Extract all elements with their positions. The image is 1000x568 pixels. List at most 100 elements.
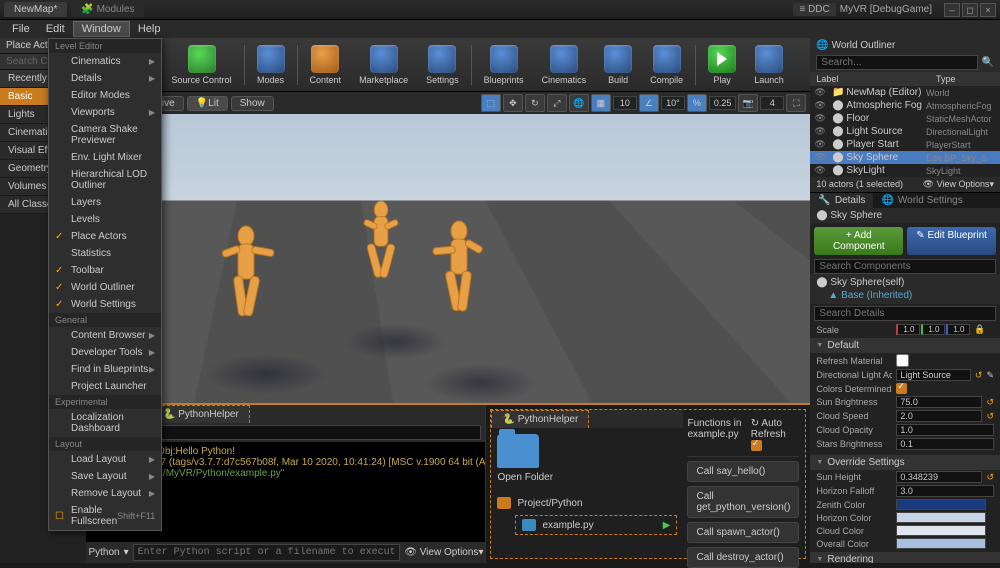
python-function-button[interactable]: Call destroy_actor() (687, 547, 799, 568)
refresh-material-checkbox[interactable] (896, 354, 909, 367)
python-file-item[interactable]: example.py ▶ (515, 515, 677, 535)
menu-item-env-light-mixer[interactable]: Env. Light Mixer (49, 149, 161, 166)
outliner-row[interactable]: 👁⬤SkyLightSkyLight (810, 164, 1000, 177)
level-viewport[interactable] (86, 114, 810, 403)
run-file-icon[interactable]: ▶ (663, 520, 671, 531)
tool-launch[interactable]: Launch (746, 43, 792, 87)
section-rendering[interactable]: Rendering (810, 552, 1000, 563)
python-function-button[interactable]: Call say_hello() (687, 461, 799, 482)
menu-item-developer-tools[interactable]: Developer Tools▶ (49, 344, 161, 361)
menu-item-place-actors[interactable]: ✓Place Actors (49, 228, 161, 245)
sun-bright-value[interactable]: 75.0 (896, 396, 982, 408)
section-override[interactable]: Override Settings (810, 455, 1000, 470)
menu-item-find-in-blueprints[interactable]: Find in Blueprints▶ (49, 361, 161, 378)
cloud-color-swatch[interactable] (896, 525, 986, 536)
overall-color-swatch[interactable] (896, 538, 986, 549)
cmd-mode[interactable]: Python (88, 547, 119, 558)
outliner-row[interactable]: 👁⬤Light SourceDirectionalLight (810, 125, 1000, 138)
menu-item-hierarchical-lod-outliner[interactable]: Hierarchical LOD Outliner (49, 166, 161, 194)
project-python-folder[interactable]: Project/Python (497, 497, 677, 509)
col-type[interactable]: Type (930, 72, 1000, 86)
ddc-indicator[interactable]: ≡ DDC (793, 3, 835, 16)
tool-modes[interactable]: Modes (249, 43, 293, 87)
menu-item-save-layout[interactable]: Save Layout▶ (49, 468, 161, 485)
angle-snap-toggle[interactable]: ∠ (639, 94, 659, 112)
menu-item-camera-shake-previewer[interactable]: Camera Shake Previewer (49, 121, 161, 149)
menu-item-world-outliner[interactable]: ✓World Outliner (49, 279, 161, 296)
tool-source-control[interactable]: Source Control (164, 43, 240, 87)
menu-item-viewports[interactable]: Viewports▶ (49, 104, 161, 121)
component-self[interactable]: ⬤ Sky Sphere(self) (816, 276, 994, 289)
view-options-log[interactable]: 👁 View Options▾ (404, 547, 483, 558)
coord-space[interactable]: 🌐 (569, 94, 589, 112)
python-function-button[interactable]: Call spawn_actor() (687, 522, 799, 543)
auto-refresh-toggle[interactable]: ↻ Auto Refresh (751, 418, 800, 454)
search-details[interactable] (814, 306, 996, 321)
open-folder-icon[interactable] (497, 434, 539, 468)
tool-content[interactable]: Content (302, 43, 350, 87)
outliner-search[interactable] (816, 55, 977, 70)
zenith-color-swatch[interactable] (896, 499, 986, 510)
menu-item-toolbar[interactable]: ✓Toolbar (49, 262, 161, 279)
col-label[interactable]: Label (810, 72, 930, 86)
window-close[interactable]: × (980, 3, 996, 17)
cloud-speed-value[interactable]: 2.0 (896, 410, 982, 422)
outliner-row[interactable]: 👁⬤Atmospheric FogAtmosphericFog (810, 99, 1000, 112)
horizon-color-swatch[interactable] (896, 512, 986, 523)
outliner-row[interactable]: 👁📁NewMap (Editor)World (810, 86, 1000, 99)
lock-icon[interactable]: 🔒 (974, 324, 985, 335)
menu-help[interactable]: Help (130, 22, 169, 36)
menu-item-details[interactable]: Details▶ (49, 70, 161, 87)
angle-snap-value[interactable]: 10° (661, 96, 685, 110)
search-components[interactable] (814, 259, 996, 274)
window-maximize[interactable]: ◻ (962, 3, 978, 17)
dir-light-value[interactable]: Light Source (896, 369, 971, 381)
menu-file[interactable]: File (4, 22, 38, 36)
tool-marketplace[interactable]: Marketplace (351, 43, 416, 87)
menu-item-world-settings[interactable]: ✓World Settings (49, 296, 161, 313)
transform-translate[interactable]: ✥ (503, 94, 523, 112)
add-component-button[interactable]: + Add Component (814, 227, 903, 255)
tab-details[interactable]: 🔧Details (810, 193, 873, 208)
actor-name-field[interactable]: ⬤ Sky Sphere (810, 208, 1000, 223)
menu-item-project-launcher[interactable]: Project Launcher (49, 378, 161, 395)
log-search[interactable] (137, 425, 481, 440)
viewport-show[interactable]: Show (231, 96, 274, 111)
picker-icon[interactable]: ✎ (986, 370, 994, 381)
tool-settings[interactable]: Settings (418, 43, 467, 87)
transform-rotate[interactable]: ↻ (525, 94, 545, 112)
menu-item-statistics[interactable]: Statistics (49, 245, 161, 262)
transform-select[interactable]: ⬚ (481, 94, 501, 112)
menu-item-remove-layout[interactable]: Remove Layout▶ (49, 485, 161, 502)
menu-item-localization-dashboard[interactable]: Localization Dashboard (49, 409, 161, 437)
reset-icon[interactable]: ↺ (986, 472, 994, 483)
reset-icon[interactable]: ↺ (986, 397, 994, 408)
grid-snap-value[interactable]: 10 (613, 96, 637, 110)
prop-scale-value[interactable]: 1.01.01.0 (896, 324, 970, 335)
title-tab-modules[interactable]: 🧩 Modules (71, 2, 144, 17)
section-default[interactable]: Default (810, 338, 1000, 353)
reset-icon[interactable]: ↺ (986, 411, 994, 422)
tool-play[interactable]: Play (700, 43, 744, 87)
cmd-input[interactable] (133, 544, 401, 561)
tab-world-settings[interactable]: 🌐World Settings (873, 193, 970, 208)
search-icon[interactable]: 🔍 (982, 57, 994, 68)
horizon-falloff-value[interactable]: 3.0 (896, 485, 994, 497)
cloud-opacity-value[interactable]: 1.0 (896, 424, 994, 436)
menu-item-levels[interactable]: Levels (49, 211, 161, 228)
transform-scale[interactable]: ⤢ (547, 94, 567, 112)
menu-item-layers[interactable]: Layers (49, 194, 161, 211)
python-helper-tab[interactable]: 🐍 PythonHelper (491, 410, 589, 428)
edit-blueprint-button[interactable]: ✎ Edit Blueprint (907, 227, 996, 255)
tool-compile[interactable]: Compile (642, 43, 691, 87)
tool-cinematics[interactable]: Cinematics (534, 43, 595, 87)
menu-item-load-layout[interactable]: Load Layout▶ (49, 451, 161, 468)
menu-edit[interactable]: Edit (38, 22, 73, 36)
scale-snap-value[interactable]: 0.25 (709, 96, 737, 110)
tab-python-helper[interactable]: 🐍 PythonHelper (152, 405, 250, 423)
colors-det-checkbox[interactable] (896, 383, 907, 394)
sun-height-value[interactable]: 0.348239 (896, 471, 982, 483)
camera-speed-icon[interactable]: 📷 (738, 94, 758, 112)
menu-item-editor-modes[interactable]: Editor Modes (49, 87, 161, 104)
reset-icon[interactable]: ↺ (975, 370, 983, 381)
